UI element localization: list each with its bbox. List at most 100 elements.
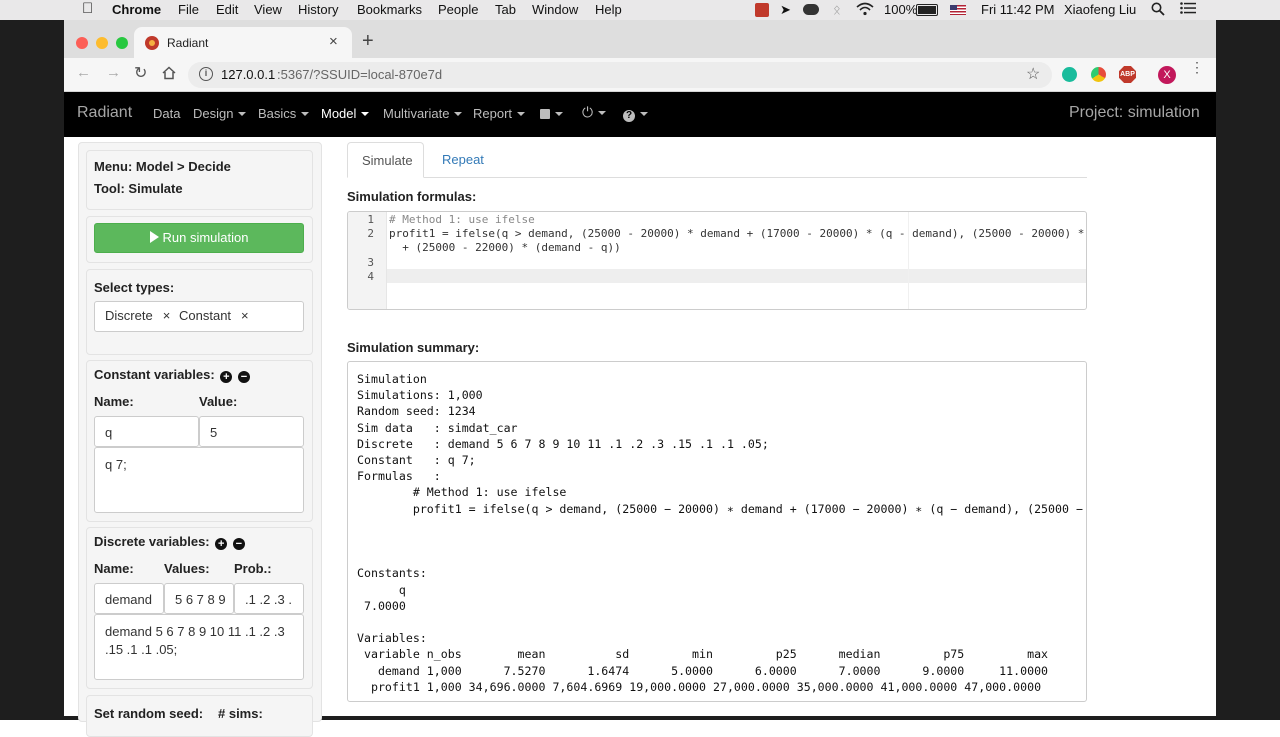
notification-center-icon[interactable] xyxy=(1180,2,1196,17)
clock[interactable]: Fri 11:42 PM xyxy=(981,2,1054,17)
menu-file[interactable]: File xyxy=(178,2,199,17)
extension-color-icon[interactable] xyxy=(1091,67,1106,82)
new-tab-button[interactable]: + xyxy=(362,30,374,53)
close-window-button[interactable] xyxy=(76,37,88,49)
nav-basics[interactable]: Basics xyxy=(258,106,310,121)
nav-model[interactable]: Model xyxy=(321,106,370,121)
bluetooth-icon[interactable]: ᛟ xyxy=(833,2,841,17)
macos-menu-bar:  Chrome File Edit View History Bookmark… xyxy=(0,0,1280,20)
extension-teal-icon[interactable] xyxy=(1062,67,1077,82)
cloud-icon[interactable] xyxy=(803,4,819,15)
add-constant-icon[interactable]: + xyxy=(220,371,233,383)
back-arrow-icon[interactable]: ← xyxy=(76,64,91,81)
run-simulation-label: Run simulation xyxy=(162,230,249,245)
nav-data[interactable]: Data xyxy=(153,106,180,121)
tab-repeat[interactable]: Repeat xyxy=(442,152,484,167)
const-name-input[interactable]: q xyxy=(94,416,199,447)
profile-avatar[interactable]: X xyxy=(1158,66,1176,84)
adblock-plus-icon[interactable]: ABP xyxy=(1119,66,1136,83)
type-chip-discrete-label: Discrete xyxy=(105,308,153,323)
menu-view[interactable]: View xyxy=(254,2,282,17)
menu-bookmarks[interactable]: Bookmarks xyxy=(357,2,422,17)
menu-edit[interactable]: Edit xyxy=(216,2,238,17)
code-line-formula: profit1 = ifelse(q > demand, (25000 - 20… xyxy=(389,227,1087,240)
remove-constant-icon[interactable]: × xyxy=(241,308,249,323)
project-name[interactable]: Project: simulation xyxy=(1069,104,1200,122)
nav-help[interactable]: ? xyxy=(623,106,648,122)
line-number: 2 xyxy=(367,227,374,240)
location-arrow-icon[interactable]: ➤ xyxy=(780,2,791,18)
maximize-window-button[interactable] xyxy=(116,37,128,49)
bookmark-star-icon[interactable]: ☆ xyxy=(1026,64,1040,84)
tab-simulate-label: Simulate xyxy=(362,153,413,168)
menu-app-name[interactable]: Chrome xyxy=(112,2,161,17)
select-types-label: Select types: xyxy=(94,280,175,295)
url-path: :5367/?SSUID=local-870e7d xyxy=(277,67,443,82)
seed-label: Set random seed: xyxy=(94,706,204,721)
type-chip-constant[interactable]: Constant × xyxy=(179,308,249,323)
disc-name-input[interactable]: demand xyxy=(94,583,164,614)
chrome-menu-icon[interactable]: ⋮ xyxy=(1190,60,1204,74)
remove-discrete-icon[interactable]: × xyxy=(163,308,171,323)
const-value-input[interactable]: 5 xyxy=(199,416,304,447)
formulas-title: Simulation formulas: xyxy=(347,189,477,204)
navbar-brand[interactable]: Radiant xyxy=(77,104,132,122)
menu-help[interactable]: Help xyxy=(595,2,622,17)
nav-basics-label: Basics xyxy=(258,106,297,121)
wifi-icon[interactable] xyxy=(856,2,874,19)
simulation-summary-output: Simulation Simulations: 1,000 Random see… xyxy=(347,361,1087,702)
apple-icon[interactable]:  xyxy=(82,0,93,17)
close-tab-icon[interactable]: × xyxy=(329,33,338,50)
disc-name-label: Name: xyxy=(94,561,134,576)
play-icon xyxy=(149,231,159,243)
active-line-highlight xyxy=(387,269,1086,283)
line-number: 4 xyxy=(367,270,374,283)
browser-tab[interactable]: Radiant × xyxy=(134,27,352,58)
nav-multivariate[interactable]: Multivariate xyxy=(383,106,463,121)
disc-prob-input[interactable]: .1 .2 .3 . xyxy=(234,583,304,614)
battery-icon[interactable] xyxy=(916,4,938,16)
const-value-label: Value: xyxy=(199,394,238,409)
nav-design[interactable]: Design xyxy=(193,106,247,121)
constant-variables-text: Constant variables: xyxy=(94,367,215,382)
home-icon[interactable] xyxy=(162,66,176,85)
forward-arrow-icon[interactable]: → xyxy=(106,64,121,81)
tool-name: Tool: Simulate xyxy=(94,181,183,196)
menu-history[interactable]: History xyxy=(298,2,338,17)
record-icon[interactable] xyxy=(755,3,769,17)
spotlight-search-icon[interactable] xyxy=(1151,2,1165,19)
nav-save[interactable] xyxy=(540,106,563,121)
nav-report-label: Report xyxy=(473,106,513,121)
summary-title: Simulation summary: xyxy=(347,340,480,355)
user-name[interactable]: Xiaofeng Liu xyxy=(1064,2,1136,17)
reload-icon[interactable]: ↻ xyxy=(134,63,147,83)
radiant-navbar: Radiant Data Design Basics Model Multiva… xyxy=(64,92,1216,137)
discrete-variables-text: Discrete variables: xyxy=(94,534,210,549)
tab-title: Radiant xyxy=(167,36,209,50)
battery-percent: 100% xyxy=(884,2,918,17)
summary-text: Simulation Simulations: 1,000 Random see… xyxy=(357,372,1083,694)
menu-tab[interactable]: Tab xyxy=(495,2,516,17)
discrete-textarea[interactable]: demand 5 6 7 8 9 10 11 .1 .2 .3 .15 .1 .… xyxy=(94,614,304,680)
constant-textarea[interactable]: q 7; xyxy=(94,447,304,513)
run-simulation-button[interactable]: Run simulation xyxy=(94,223,304,253)
type-chip-discrete[interactable]: Discrete × xyxy=(105,308,170,323)
nav-report[interactable]: Report xyxy=(473,106,526,121)
site-info-icon[interactable]: i xyxy=(199,67,213,81)
remove-discrete-var-icon[interactable]: − xyxy=(232,538,245,550)
nav-power[interactable]: ⏻ xyxy=(582,104,607,121)
minimize-window-button[interactable] xyxy=(96,37,108,49)
formula-editor[interactable]: 1 2 3 4 # Method 1: use ifelse profit1 =… xyxy=(347,211,1087,310)
remove-constant-var-icon[interactable]: − xyxy=(237,371,250,383)
disc-prob-label: Prob.: xyxy=(234,561,272,576)
constant-variables-label: Constant variables: + − xyxy=(94,367,250,383)
tab-simulate[interactable]: Simulate xyxy=(347,142,424,178)
radiant-favicon-icon xyxy=(145,36,159,50)
menu-people[interactable]: People xyxy=(438,2,478,17)
us-flag-icon[interactable] xyxy=(950,5,966,15)
add-discrete-icon[interactable]: + xyxy=(215,538,228,550)
disc-values-input[interactable]: 5 6 7 8 9 xyxy=(164,583,234,614)
menu-window[interactable]: Window xyxy=(532,2,578,17)
address-bar[interactable]: i 127.0.0.1 :5367/?SSUID=local-870e7d ☆ xyxy=(188,62,1052,88)
power-icon: ⏻ xyxy=(582,104,594,120)
